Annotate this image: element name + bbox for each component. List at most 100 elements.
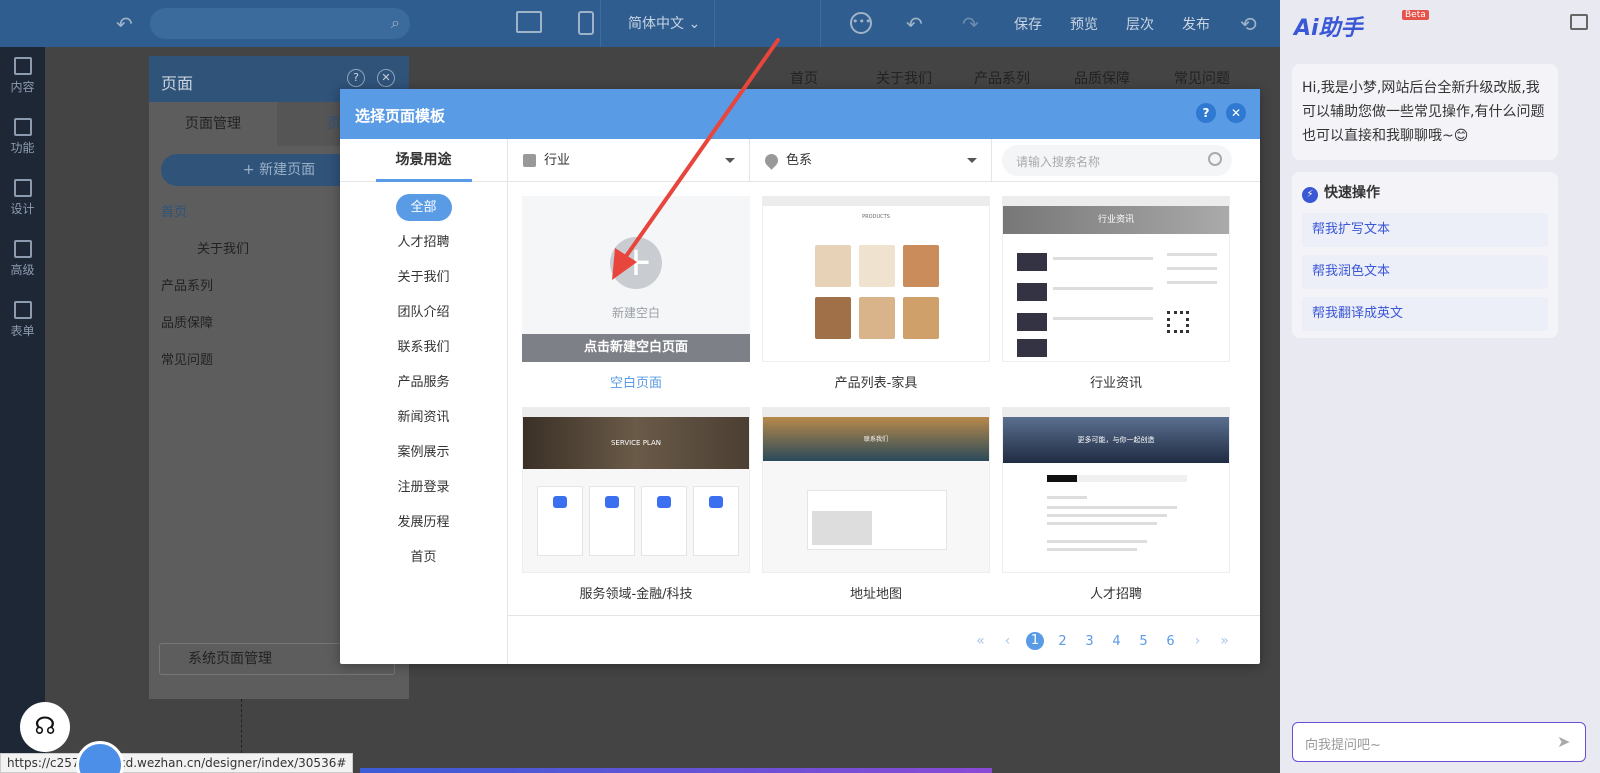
template-thumb[interactable]: SERVICE PLAN — [522, 407, 750, 573]
page-5[interactable]: 5 — [1130, 634, 1157, 649]
template-main: 行业 色系 请输入搜索名称 + 新建空白 点击新建空白页面 空白页面 PRODU… — [508, 139, 1260, 664]
thumb-image — [1017, 283, 1047, 301]
thumb-title: 联系我们 — [763, 417, 989, 461]
undo-icon[interactable]: ↶ — [116, 12, 133, 36]
site-nav-item: 首页 — [790, 71, 818, 87]
thumb-title: SERVICE PLAN — [523, 417, 749, 469]
publish-button[interactable]: 发布 — [1182, 14, 1210, 34]
close-icon[interactable]: ✕ — [377, 69, 395, 87]
modal-title: 选择页面模板 — [355, 107, 446, 125]
send-icon[interactable]: ➤ — [1557, 732, 1575, 751]
pagination: « ‹ 1 2 3 4 5 6 › » — [967, 632, 1238, 650]
page-6[interactable]: 6 — [1157, 634, 1184, 649]
plus-icon: + — [610, 237, 662, 289]
template-modal: 选择页面模板 ? ✕ 场景用途 全部 人才招聘 关于我们 团队介绍 联系我们 产… — [340, 89, 1260, 664]
thumb-line — [1047, 540, 1147, 543]
template-card[interactable]: 更多可能，与你一起创造 人才招聘 — [1002, 407, 1230, 602]
rail-advanced[interactable]: 高级 — [0, 240, 45, 278]
category-item[interactable]: 产品服务 — [374, 369, 474, 396]
page-4[interactable]: 4 — [1103, 634, 1130, 649]
ai-greeting: Hi,我是小梦,网站后台全新升级改版,我可以辅助您做一些常见操作,有什么问题也可… — [1292, 64, 1558, 160]
grid-icon — [13, 118, 32, 136]
ai-assistant-panel: Ai助手 Beta Hi,我是小梦,网站后台全新升级改版,我可以辅助您做一些常见… — [1280, 0, 1600, 773]
history-icon[interactable]: ⟲ — [1240, 12, 1257, 36]
form-icon — [13, 301, 32, 319]
toolbar-divider — [714, 0, 715, 47]
tab-page-manage[interactable]: 页面管理 — [149, 102, 277, 146]
gift-icon[interactable] — [1570, 14, 1588, 30]
rail-design[interactable]: 设计 — [0, 179, 45, 217]
search-placeholder: 请输入搜索名称 — [1016, 155, 1101, 169]
category-item[interactable]: 案例展示 — [374, 439, 474, 466]
rail-forms[interactable]: 表单 — [0, 301, 45, 339]
prev-page-icon[interactable]: ‹ — [994, 633, 1021, 649]
category-item[interactable]: 首页 — [374, 544, 474, 571]
thumb-line — [1167, 267, 1217, 270]
language-select[interactable]: 简体中文 ⌄ — [628, 13, 700, 33]
toolbar-search[interactable]: ⌕ — [150, 8, 410, 39]
next-page-icon[interactable]: › — [1184, 633, 1211, 649]
quick-translate-button[interactable]: 帮我翻译成英文 — [1302, 297, 1548, 331]
quick-polish-button[interactable]: 帮我润色文本 — [1302, 255, 1548, 289]
template-name: 地址地图 — [849, 587, 902, 602]
page-1[interactable]: 1 — [1026, 632, 1044, 650]
layers-button[interactable]: 层次 — [1126, 14, 1154, 34]
category-item[interactable]: 注册登录 — [374, 474, 474, 501]
rail-label: 内容 — [10, 80, 35, 94]
create-blank-banner[interactable]: 点击新建空白页面 — [522, 334, 750, 362]
thumb-card — [693, 486, 739, 556]
template-card[interactable]: SERVICE PLAN 服务领域-金融/科技 — [522, 407, 750, 602]
site-nav-item: 品质保障 — [1074, 71, 1130, 87]
undo-icon[interactable]: ↶ — [906, 12, 923, 36]
template-thumb[interactable]: 联系我们 — [762, 407, 990, 573]
template-card[interactable]: 行业资讯 行业资讯 — [1002, 196, 1230, 391]
template-thumb[interactable]: 更多可能，与你一起创造 — [1002, 407, 1230, 573]
desktop-view-icon[interactable] — [516, 11, 542, 33]
headset-icon[interactable]: ☊ — [20, 702, 70, 752]
thumb-card — [537, 486, 583, 556]
category-item[interactable]: 联系我们 — [374, 334, 474, 361]
category-item[interactable]: 人才招聘 — [374, 229, 474, 256]
rail-label: 表单 — [10, 324, 35, 338]
category-item[interactable]: 发展历程 — [374, 509, 474, 536]
template-card-blank[interactable]: + 新建空白 点击新建空白页面 空白页面 — [522, 196, 750, 391]
rail-label: 功能 — [10, 141, 35, 155]
scene-header[interactable]: 场景用途 — [340, 139, 507, 182]
qr-code — [1167, 311, 1189, 333]
thumb-image — [1017, 339, 1047, 357]
quick-expand-button[interactable]: 帮我扩写文本 — [1302, 213, 1548, 247]
template-name: 空白页面 — [609, 376, 662, 391]
document-icon — [13, 57, 32, 75]
template-thumb[interactable]: + 新建空白 点击新建空白页面 — [522, 196, 750, 362]
redo-icon[interactable]: ↷ — [962, 12, 979, 36]
color-filter[interactable]: 色系 — [750, 139, 992, 182]
template-card[interactable]: 联系我们 地址地图 — [762, 407, 990, 602]
category-list: 全部 人才招聘 关于我们 团队介绍 联系我们 产品服务 新闻资讯 案例展示 注册… — [340, 182, 507, 571]
close-icon[interactable]: ✕ — [1226, 103, 1246, 123]
category-all[interactable]: 全部 — [395, 194, 452, 221]
thumb-line — [1053, 287, 1153, 290]
category-item[interactable]: 新闻资讯 — [374, 404, 474, 431]
page-2[interactable]: 2 — [1049, 634, 1076, 649]
template-card[interactable]: PRODUCTS 产品列表-家具 — [762, 196, 990, 391]
template-thumb[interactable]: PRODUCTS — [762, 196, 990, 362]
help-icon[interactable]: ? — [347, 69, 365, 87]
ai-ask-input[interactable]: 向我提问吧~ ➤ — [1292, 722, 1586, 762]
page-3[interactable]: 3 — [1076, 634, 1103, 649]
industry-filter[interactable]: 行业 — [508, 139, 750, 182]
category-item[interactable]: 团队介绍 — [374, 299, 474, 326]
category-item[interactable]: 关于我们 — [374, 264, 474, 291]
help-icon[interactable]: ? — [1196, 103, 1216, 123]
template-search-input[interactable]: 请输入搜索名称 — [1002, 145, 1232, 176]
template-thumb[interactable]: 行业资讯 — [1002, 196, 1230, 362]
mobile-view-icon[interactable] — [578, 11, 594, 35]
save-button[interactable]: 保存 — [1014, 14, 1042, 34]
rail-content[interactable]: 内容 — [0, 57, 45, 95]
more-icon[interactable]: ••• — [850, 12, 872, 34]
preview-button[interactable]: 预览 — [1070, 14, 1098, 34]
rail-features[interactable]: 功能 — [0, 118, 45, 156]
thumb-browser-bar — [763, 197, 989, 206]
first-page-icon[interactable]: « — [967, 633, 994, 649]
last-page-icon[interactable]: » — [1211, 633, 1238, 649]
left-rail: 内容 功能 设计 高级 表单 — [0, 47, 45, 773]
